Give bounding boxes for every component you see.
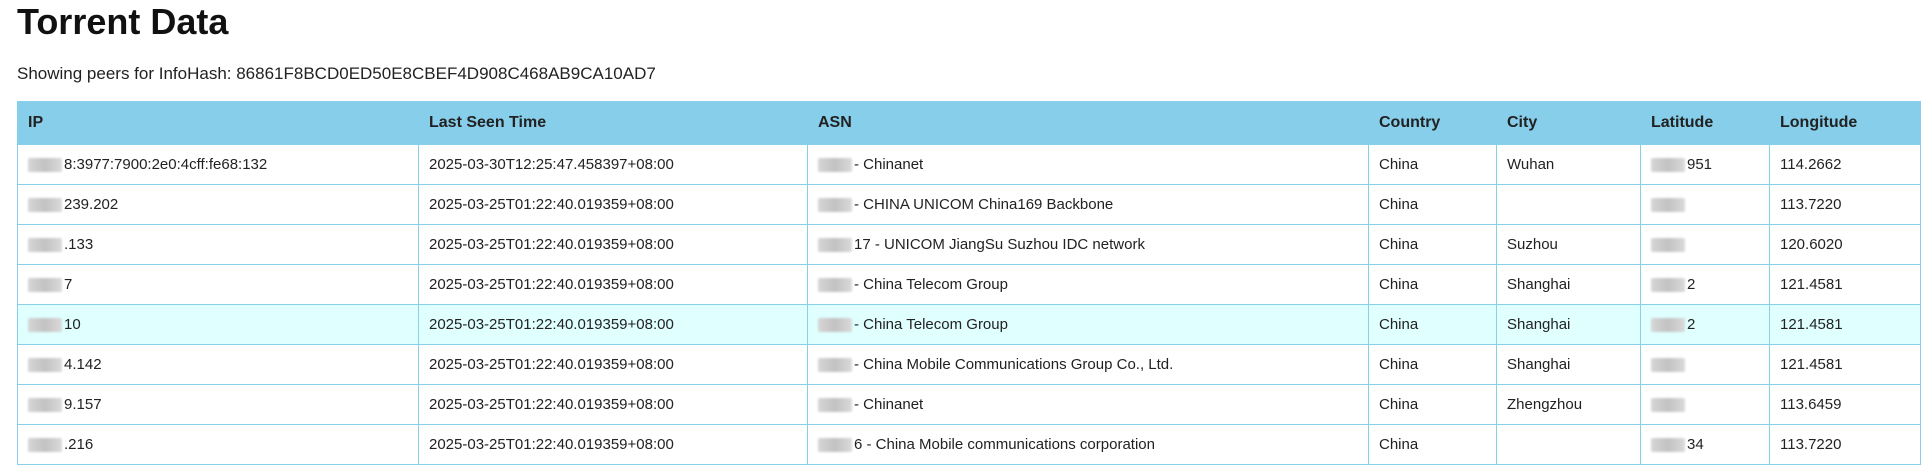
cell-city: Suzhou xyxy=(1496,224,1641,265)
cell-asn: - China Telecom Group xyxy=(807,264,1369,305)
cell-last-seen-time: 2025-03-25T01:22:40.019359+08:00 xyxy=(418,344,808,385)
page-title: Torrent Data xyxy=(17,1,229,42)
cell-latitude xyxy=(1640,384,1770,425)
column-header-city: City xyxy=(1496,101,1641,145)
table-row: 239.202 2025-03-25T01:22:40.019359+08:00… xyxy=(17,184,1921,225)
table-row: .133 2025-03-25T01:22:40.019359+08:00 17… xyxy=(17,224,1921,265)
cell-country: China xyxy=(1368,144,1497,185)
column-header-ip: IP xyxy=(17,101,419,145)
table-row: 4.142 2025-03-25T01:22:40.019359+08:00 -… xyxy=(17,344,1921,385)
cell-city xyxy=(1496,184,1641,225)
cell-longitude: 120.6020 xyxy=(1769,224,1921,265)
cell-ip: 9.157 xyxy=(17,384,419,425)
cell-city xyxy=(1496,424,1641,465)
cell-ip: .216 xyxy=(17,424,419,465)
cell-asn: 17 - UNICOM JiangSu Suzhou IDC network xyxy=(807,224,1369,265)
cell-country: China xyxy=(1368,224,1497,265)
cell-asn: - Chinanet xyxy=(807,384,1369,425)
table-row: 9.157 2025-03-25T01:22:40.019359+08:00 -… xyxy=(17,384,1921,425)
column-header-last-seen-time: Last Seen Time xyxy=(418,101,808,145)
cell-latitude: 2 xyxy=(1640,264,1770,305)
cell-city: Shanghai xyxy=(1496,304,1641,345)
column-header-country: Country xyxy=(1368,101,1497,145)
cell-asn: - China Mobile Communications Group Co.,… xyxy=(807,344,1369,385)
cell-last-seen-time: 2025-03-25T01:22:40.019359+08:00 xyxy=(418,424,808,465)
cell-latitude xyxy=(1640,184,1770,225)
cell-longitude: 121.4581 xyxy=(1769,344,1921,385)
cell-asn: 6 - China Mobile communications corporat… xyxy=(807,424,1369,465)
table-header-row: IP Last Seen Time ASN Country City Latit… xyxy=(17,101,1921,145)
column-header-asn: ASN xyxy=(807,101,1369,145)
column-header-longitude: Longitude xyxy=(1769,101,1921,145)
cell-country: China xyxy=(1368,264,1497,305)
cell-longitude: 121.4581 xyxy=(1769,264,1921,305)
cell-country: China xyxy=(1368,304,1497,345)
cell-country: China xyxy=(1368,184,1497,225)
cell-ip: 10 xyxy=(17,304,419,345)
table-row-hovered: 10 2025-03-25T01:22:40.019359+08:00 - Ch… xyxy=(17,304,1921,345)
cell-city: Wuhan xyxy=(1496,144,1641,185)
cell-city: Shanghai xyxy=(1496,264,1641,305)
cell-latitude xyxy=(1640,224,1770,265)
cell-latitude xyxy=(1640,344,1770,385)
cell-ip: 7 xyxy=(17,264,419,305)
cell-last-seen-time: 2025-03-25T01:22:40.019359+08:00 xyxy=(418,264,808,305)
cell-longitude: 113.6459 xyxy=(1769,384,1921,425)
table-row: 7 2025-03-25T01:22:40.019359+08:00 - Chi… xyxy=(17,264,1921,305)
cell-asn: - China Telecom Group xyxy=(807,304,1369,345)
cell-last-seen-time: 2025-03-25T01:22:40.019359+08:00 xyxy=(418,184,808,225)
cell-ip: .133 xyxy=(17,224,419,265)
column-header-latitude: Latitude xyxy=(1640,101,1770,145)
cell-country: China xyxy=(1368,384,1497,425)
cell-longitude: 114.2662 xyxy=(1769,144,1921,185)
cell-city: Shanghai xyxy=(1496,344,1641,385)
peers-table: IP Last Seen Time ASN Country City Latit… xyxy=(17,101,1921,465)
cell-latitude: 2 xyxy=(1640,304,1770,345)
cell-city: Zhengzhou xyxy=(1496,384,1641,425)
cell-asn: - Chinanet xyxy=(807,144,1369,185)
cell-last-seen-time: 2025-03-30T12:25:47.458397+08:00 xyxy=(418,144,808,185)
cell-last-seen-time: 2025-03-25T01:22:40.019359+08:00 xyxy=(418,224,808,265)
cell-longitude: 113.7220 xyxy=(1769,184,1921,225)
cell-ip: 8:3977:7900:2e0:4cff:fe68:132 xyxy=(17,144,419,185)
cell-latitude: 951 xyxy=(1640,144,1770,185)
infohash-subtitle: Showing peers for InfoHash: 86861F8BCD0E… xyxy=(17,64,656,83)
cell-country: China xyxy=(1368,344,1497,385)
table-row: 8:3977:7900:2e0:4cff:fe68:132 2025-03-30… xyxy=(17,144,1921,185)
cell-ip: 239.202 xyxy=(17,184,419,225)
table-row: .216 2025-03-25T01:22:40.019359+08:00 6 … xyxy=(17,424,1921,465)
cell-ip: 4.142 xyxy=(17,344,419,385)
cell-longitude: 121.4581 xyxy=(1769,304,1921,345)
cell-longitude: 113.7220 xyxy=(1769,424,1921,465)
cell-last-seen-time: 2025-03-25T01:22:40.019359+08:00 xyxy=(418,384,808,425)
cell-last-seen-time: 2025-03-25T01:22:40.019359+08:00 xyxy=(418,304,808,345)
cell-latitude: 34 xyxy=(1640,424,1770,465)
cell-asn: - CHINA UNICOM China169 Backbone xyxy=(807,184,1369,225)
cell-country: China xyxy=(1368,424,1497,465)
